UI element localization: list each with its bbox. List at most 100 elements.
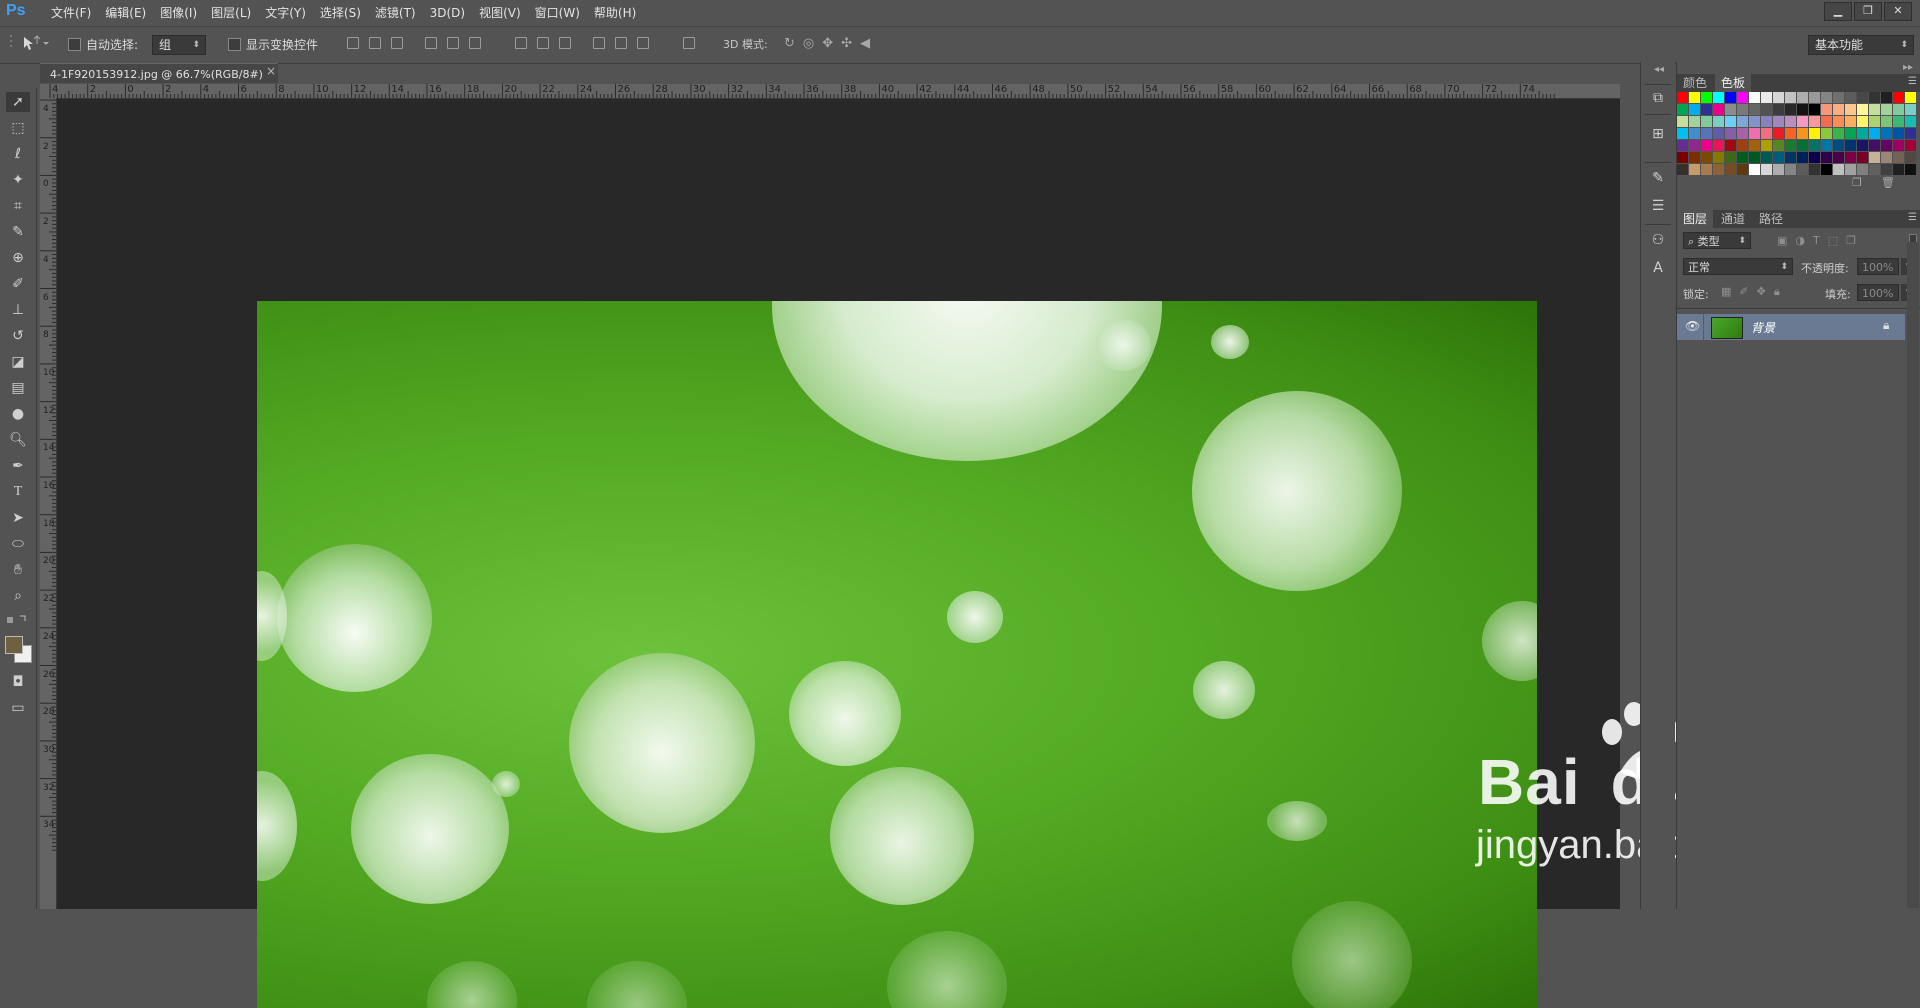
color-swatch[interactable] bbox=[1749, 140, 1760, 151]
lock-transparent-icon[interactable]: ▦ bbox=[1721, 285, 1731, 299]
panel-menu-icon[interactable]: ☰ bbox=[1908, 212, 1917, 223]
pen-tool-icon[interactable]: ✒ bbox=[6, 456, 30, 476]
color-swatch[interactable] bbox=[1725, 92, 1736, 103]
close-button[interactable]: ✕ bbox=[1884, 2, 1912, 21]
distribute-hcenter-icon[interactable] bbox=[613, 35, 627, 49]
color-swatch[interactable] bbox=[1845, 104, 1856, 115]
color-swatch[interactable] bbox=[1677, 164, 1688, 175]
color-swatch[interactable] bbox=[1893, 104, 1904, 115]
history-panel-icon[interactable]: ⧉ bbox=[1646, 88, 1670, 108]
color-swatch[interactable] bbox=[1689, 152, 1700, 163]
color-swatch[interactable] bbox=[1821, 104, 1832, 115]
color-swatch[interactable] bbox=[1773, 104, 1784, 115]
color-swatch[interactable] bbox=[1713, 152, 1724, 163]
new-swatch-icon[interactable]: ❐ bbox=[1852, 176, 1862, 189]
eyedropper-tool-icon[interactable]: ✎ bbox=[6, 222, 30, 242]
auto-align-icon[interactable] bbox=[681, 35, 695, 49]
color-swatch[interactable] bbox=[1869, 116, 1880, 127]
3d-roll-icon[interactable]: ◎ bbox=[803, 36, 814, 51]
tab-paths[interactable]: 路径 bbox=[1753, 210, 1789, 228]
gradient-tool-icon[interactable]: ▤ bbox=[6, 378, 30, 398]
clone-stamp-tool-icon[interactable]: ⊥ bbox=[6, 300, 30, 320]
color-swatch[interactable] bbox=[1677, 92, 1688, 103]
auto-select-checkbox[interactable] bbox=[68, 38, 81, 51]
color-swatch[interactable] bbox=[1773, 152, 1784, 163]
eraser-tool-icon[interactable]: ◪ bbox=[6, 352, 30, 372]
distribute-left-icon[interactable] bbox=[591, 35, 605, 49]
color-swatch[interactable] bbox=[1737, 152, 1748, 163]
pixel-filter-icon[interactable]: ▣ bbox=[1777, 234, 1787, 247]
layer-filter-dropdown[interactable]: ⌕ 类型 ⬍ bbox=[1683, 232, 1751, 249]
color-swatch[interactable] bbox=[1725, 104, 1736, 115]
3d-scale-icon[interactable]: ◀ bbox=[860, 36, 870, 51]
lasso-tool-icon[interactable]: ℓ bbox=[6, 144, 30, 164]
color-swatch[interactable] bbox=[1773, 116, 1784, 127]
color-swatch[interactable] bbox=[1761, 164, 1772, 175]
color-swatch[interactable] bbox=[1689, 164, 1700, 175]
marquee-tool-icon[interactable]: ⬚ bbox=[6, 118, 30, 138]
color-swatch[interactable] bbox=[1857, 92, 1868, 103]
document-tab[interactable]: 4-1F920153912.jpg @ 66.7%(RGB/8#) bbox=[40, 63, 278, 83]
align-top-icon[interactable] bbox=[345, 35, 359, 49]
color-swatch[interactable] bbox=[1689, 104, 1700, 115]
align-bottom-icon[interactable] bbox=[389, 35, 403, 49]
color-swatch[interactable] bbox=[1821, 128, 1832, 139]
color-swatch[interactable] bbox=[1797, 92, 1808, 103]
adjustments-panel-icon[interactable]: ☰ bbox=[1646, 196, 1670, 216]
distribute-top-icon[interactable] bbox=[513, 35, 527, 49]
3d-pan-icon[interactable]: ✥ bbox=[822, 36, 833, 51]
menu-image[interactable]: 图像(I) bbox=[153, 0, 204, 26]
type-filter-icon[interactable]: T bbox=[1813, 234, 1820, 247]
character-panel-icon[interactable]: A bbox=[1646, 258, 1670, 278]
color-swatch[interactable] bbox=[1905, 128, 1916, 139]
color-swatch[interactable] bbox=[1857, 164, 1868, 175]
color-swatch[interactable] bbox=[1785, 116, 1796, 127]
path-selection-tool-icon[interactable]: ➤ bbox=[6, 508, 30, 528]
color-swatch[interactable] bbox=[1881, 164, 1892, 175]
color-swatch[interactable] bbox=[1677, 116, 1688, 127]
color-swatch[interactable] bbox=[1713, 92, 1724, 103]
color-swatch[interactable] bbox=[1809, 152, 1820, 163]
color-swatch[interactable] bbox=[1821, 164, 1832, 175]
brush-tool-icon[interactable]: ✐ bbox=[6, 274, 30, 294]
color-swatch[interactable] bbox=[1749, 104, 1760, 115]
color-swatch[interactable] bbox=[1713, 140, 1724, 151]
color-swatch[interactable] bbox=[1713, 128, 1724, 139]
menu-select[interactable]: 选择(S) bbox=[313, 0, 368, 26]
color-swatch[interactable] bbox=[1797, 116, 1808, 127]
color-swatch[interactable] bbox=[1701, 152, 1712, 163]
color-swatch[interactable] bbox=[1833, 104, 1844, 115]
color-swatch[interactable] bbox=[1905, 116, 1916, 127]
color-swatch[interactable] bbox=[1749, 128, 1760, 139]
swap-colors-icon[interactable] bbox=[6, 614, 30, 628]
move-tool-preset-icon[interactable] bbox=[20, 34, 56, 52]
zoom-tool-icon[interactable]: ⌕ bbox=[6, 586, 30, 606]
color-swatch[interactable] bbox=[1809, 164, 1820, 175]
color-swatch[interactable] bbox=[1905, 104, 1916, 115]
color-swatch[interactable] bbox=[1809, 104, 1820, 115]
color-swatch[interactable] bbox=[1797, 140, 1808, 151]
color-swatch[interactable] bbox=[1905, 140, 1916, 151]
color-swatch[interactable] bbox=[1773, 92, 1784, 103]
tab-color[interactable]: 颜色 bbox=[1677, 74, 1713, 92]
color-swatch[interactable] bbox=[1761, 152, 1772, 163]
align-left-icon[interactable] bbox=[423, 35, 437, 49]
ellipse-tool-icon[interactable]: ⬭ bbox=[6, 534, 30, 554]
color-swatch[interactable] bbox=[1701, 92, 1712, 103]
color-swatch[interactable] bbox=[1821, 152, 1832, 163]
color-swatch[interactable] bbox=[1869, 92, 1880, 103]
color-swatch[interactable] bbox=[1737, 140, 1748, 151]
3d-rotate-icon[interactable]: ↻ bbox=[784, 36, 795, 51]
color-swatch[interactable] bbox=[1785, 128, 1796, 139]
color-swatch[interactable] bbox=[1869, 164, 1880, 175]
color-swatch[interactable] bbox=[1677, 104, 1688, 115]
color-swatch[interactable] bbox=[1737, 92, 1748, 103]
color-swatch[interactable] bbox=[1833, 128, 1844, 139]
shape-filter-icon[interactable]: ⬚ bbox=[1828, 234, 1838, 247]
delete-swatch-icon[interactable]: 🗑︎ bbox=[1881, 176, 1895, 189]
color-swatch[interactable] bbox=[1881, 116, 1892, 127]
color-swatch[interactable] bbox=[1713, 104, 1724, 115]
color-swatch[interactable] bbox=[1833, 116, 1844, 127]
color-swatch[interactable] bbox=[1737, 164, 1748, 175]
color-swatch[interactable] bbox=[1845, 140, 1856, 151]
